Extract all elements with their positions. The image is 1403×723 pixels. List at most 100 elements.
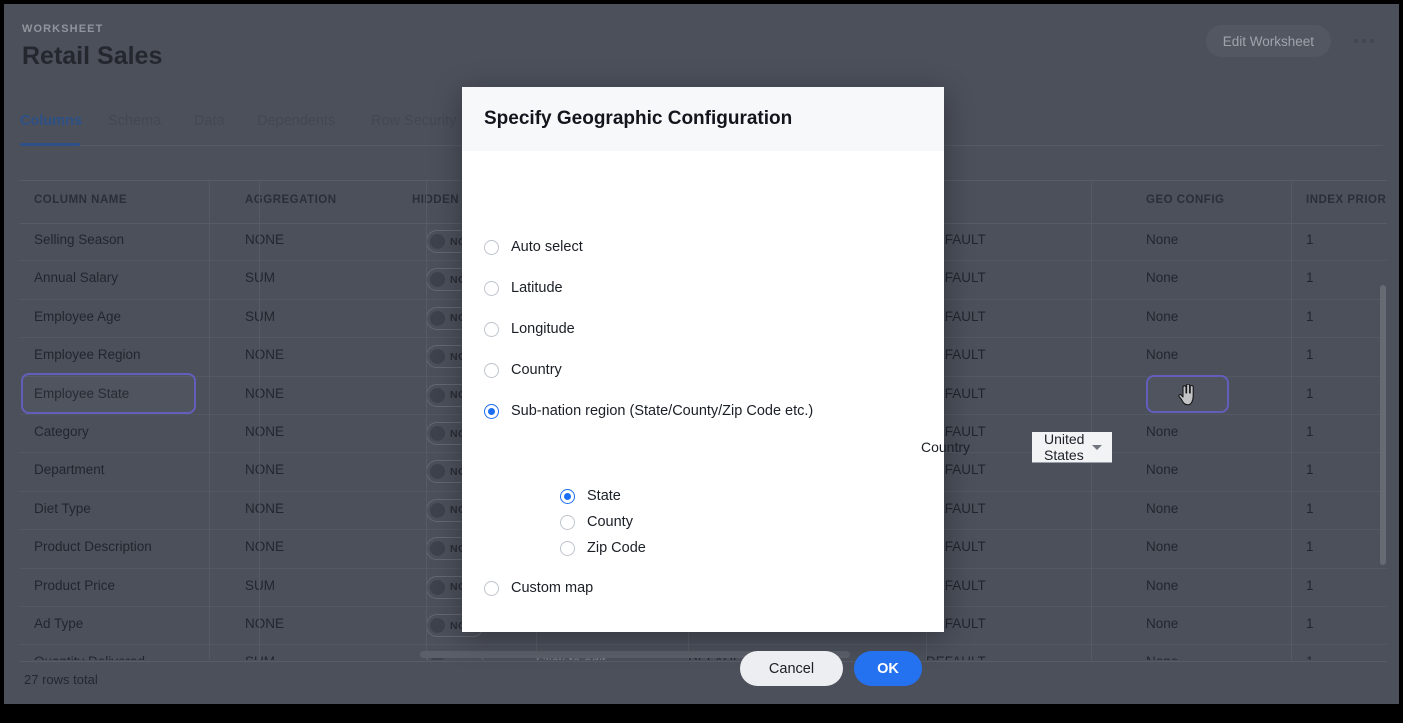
- column-divider: [1291, 180, 1292, 660]
- radio-button-icon[interactable]: [560, 515, 575, 530]
- tab-columns[interactable]: Columns: [20, 113, 82, 129]
- cell-index-priority[interactable]: 1: [1306, 309, 1314, 324]
- cell-column-name[interactable]: Diet Type: [34, 501, 91, 516]
- toggle-knob: [430, 349, 445, 364]
- cell-column-name[interactable]: Product Price: [34, 578, 115, 593]
- cell-geo-config[interactable]: None: [1146, 270, 1178, 285]
- toggle-knob: [430, 618, 445, 633]
- radio-option-4[interactable]: Country: [484, 362, 562, 378]
- cell-column-name[interactable]: Department: [34, 462, 105, 477]
- chevron-down-icon: [1092, 445, 1102, 450]
- cell-column-name[interactable]: Annual Salary: [34, 270, 118, 285]
- cell-aggregation[interactable]: NONE: [245, 347, 284, 362]
- column-divider: [1091, 180, 1092, 660]
- cell-geo-config[interactable]: None: [1146, 616, 1178, 631]
- kebab-menu-icon[interactable]: [1347, 25, 1381, 57]
- cell-index-priority[interactable]: 1: [1306, 654, 1314, 660]
- cancel-button[interactable]: Cancel: [740, 651, 843, 686]
- radio-button-icon[interactable]: [484, 240, 499, 255]
- radio-option-custom-map[interactable]: Custom map: [484, 580, 593, 596]
- breadcrumb-eyebrow: WORKSHEET: [22, 23, 103, 35]
- cell-index-priority[interactable]: 1: [1306, 462, 1314, 477]
- radio-option-2[interactable]: Latitude: [484, 280, 563, 296]
- cell-index-priority[interactable]: 1: [1306, 386, 1314, 401]
- toggle-knob: [430, 234, 445, 249]
- edit-worksheet-button[interactable]: Edit Worksheet: [1206, 25, 1331, 57]
- cell-geo-config[interactable]: None: [1146, 539, 1178, 554]
- th-hidden[interactable]: HIDDEN: [412, 194, 459, 206]
- cell-aggregation[interactable]: NONE: [245, 539, 284, 554]
- cell-aggregation[interactable]: SUM: [245, 270, 275, 285]
- country-dropdown[interactable]: United States: [1032, 432, 1112, 463]
- radio-button-icon[interactable]: [560, 489, 575, 504]
- dialog-header: Specify Geographic Configuration: [462, 87, 944, 151]
- th-column-name[interactable]: COLUMN NAME: [34, 194, 127, 206]
- option-label: Latitude: [511, 280, 563, 296]
- cell-aggregation[interactable]: NONE: [245, 386, 284, 401]
- cell-geo-config[interactable]: None: [1146, 347, 1178, 362]
- cell-aggregation[interactable]: NONE: [245, 462, 284, 477]
- cell-index-priority[interactable]: 1: [1306, 232, 1314, 247]
- cell-aggregation[interactable]: NONE: [245, 424, 284, 439]
- cell-geo-config[interactable]: None: [1146, 309, 1178, 324]
- cell-column-name[interactable]: Product Description: [34, 539, 152, 554]
- cell-aggregation[interactable]: NONE: [245, 232, 284, 247]
- dialog-title: Specify Geographic Configuration: [484, 108, 792, 130]
- cell-index-priority[interactable]: 1: [1306, 578, 1314, 593]
- radio-button-icon[interactable]: [484, 281, 499, 296]
- option-label: County: [587, 514, 633, 530]
- cell-geo-config[interactable]: None: [1146, 654, 1178, 660]
- subnation-option-2[interactable]: County: [560, 514, 633, 530]
- cell-column-name[interactable]: Employee Region: [34, 347, 141, 362]
- cell-aggregation[interactable]: NONE: [245, 501, 284, 516]
- radio-option-5[interactable]: Sub-nation region (State/County/Zip Code…: [484, 403, 813, 419]
- cell-aggregation[interactable]: SUM: [245, 309, 275, 324]
- cell-geo-config[interactable]: None: [1146, 578, 1178, 593]
- toggle-label: NO: [450, 658, 467, 660]
- cell-column-name[interactable]: Employee Age: [34, 309, 121, 324]
- ok-button[interactable]: OK: [854, 651, 922, 686]
- radio-option-1[interactable]: Auto select: [484, 239, 583, 255]
- cell-column-name[interactable]: Ad Type: [34, 616, 83, 631]
- cell-index-priority[interactable]: 1: [1306, 616, 1314, 631]
- radio-button-icon[interactable]: [560, 541, 575, 556]
- cell-column-name[interactable]: Quantity Delivered: [34, 654, 145, 660]
- cell-geo-config[interactable]: None: [1146, 462, 1178, 477]
- selected-column-name-cell[interactable]: [21, 373, 196, 414]
- tab-data[interactable]: Data: [194, 113, 225, 129]
- radio-button-icon[interactable]: [484, 404, 499, 419]
- tab-row-security[interactable]: Row Security: [371, 113, 456, 129]
- cell-aggregation[interactable]: NONE: [245, 616, 284, 631]
- radio-button-icon[interactable]: [484, 322, 499, 337]
- th-geo-config[interactable]: GEO CONFIG: [1146, 194, 1224, 206]
- cell-geo-config[interactable]: None: [1146, 501, 1178, 516]
- column-divider: [259, 180, 260, 660]
- table-footer: 27 rows total: [20, 661, 1387, 696]
- option-label: Country: [511, 362, 562, 378]
- cell-geo-config[interactable]: None: [1146, 424, 1178, 439]
- radio-button-icon[interactable]: [484, 581, 499, 596]
- th-index-priority[interactable]: INDEX PRIORITY: [1306, 194, 1387, 206]
- radio-button-icon[interactable]: [484, 363, 499, 378]
- subnation-option-1[interactable]: State: [560, 488, 621, 504]
- tab-dependents[interactable]: Dependents: [257, 113, 335, 129]
- cell-index-priority[interactable]: 1: [1306, 539, 1314, 554]
- vertical-scrollbar[interactable]: [1380, 285, 1386, 565]
- option-label: Longitude: [511, 321, 575, 337]
- cell-index-type-2[interactable]: DEFAULT: [926, 654, 986, 660]
- cell-aggregation[interactable]: SUM: [245, 654, 275, 660]
- cell-aggregation[interactable]: SUM: [245, 578, 275, 593]
- radio-option-3[interactable]: Longitude: [484, 321, 575, 337]
- subnation-option-3[interactable]: Zip Code: [560, 540, 646, 556]
- cell-column-name[interactable]: Selling Season: [34, 232, 124, 247]
- tab-schema[interactable]: Schema: [108, 113, 161, 129]
- cell-column-name[interactable]: Category: [34, 424, 89, 439]
- cell-index-priority[interactable]: 1: [1306, 501, 1314, 516]
- cell-index-priority[interactable]: 1: [1306, 424, 1314, 439]
- dialog-body: Country United States Cancel OK Auto sel…: [462, 151, 944, 632]
- cell-geo-config[interactable]: None: [1146, 232, 1178, 247]
- active-tab-underline: [20, 143, 80, 146]
- cell-index-priority[interactable]: 1: [1306, 270, 1314, 285]
- cell-index-priority[interactable]: 1: [1306, 347, 1314, 362]
- option-label: State: [587, 488, 621, 504]
